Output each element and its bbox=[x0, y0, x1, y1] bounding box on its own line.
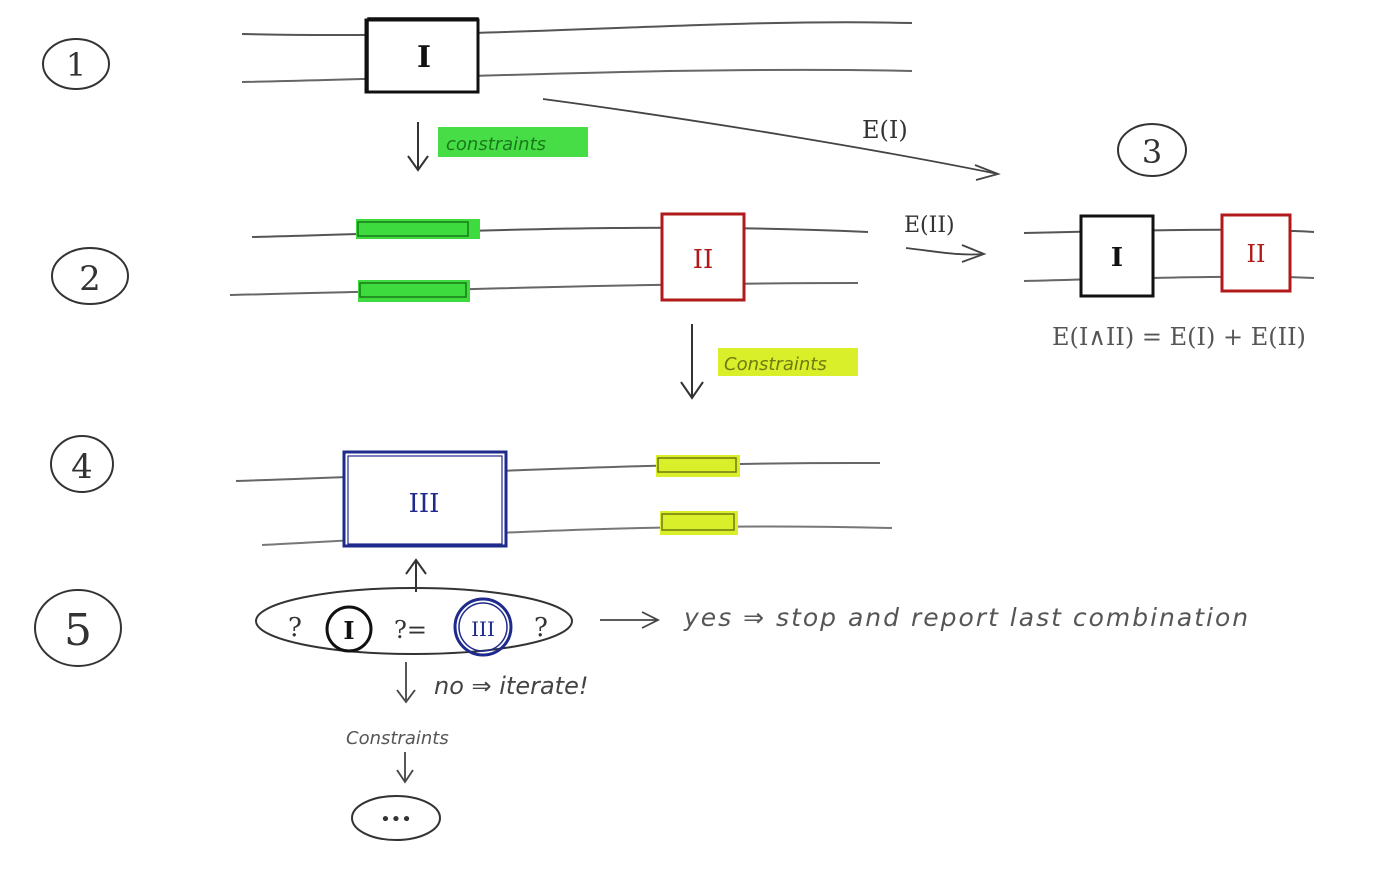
decision-q-left: ? bbox=[288, 613, 302, 643]
arrow-row2-to-step3 bbox=[905, 244, 987, 263]
step-5-marker: 5 bbox=[34, 589, 122, 667]
row4-strands bbox=[235, 461, 893, 546]
green-constraint-bottom bbox=[358, 280, 470, 302]
arrow-down-1 bbox=[407, 122, 429, 172]
svg-text:constraints: constraints bbox=[446, 134, 546, 155]
svg-text:Constraints: Constraints bbox=[724, 354, 827, 375]
no-branch-text: no ⇒ iterate! bbox=[434, 672, 588, 700]
arrow-down-3 bbox=[396, 752, 414, 784]
row1-strands bbox=[241, 21, 913, 83]
box-II-step3: II bbox=[1220, 213, 1292, 293]
svg-text:I: I bbox=[343, 616, 354, 645]
step-1-marker: 1 bbox=[42, 38, 110, 90]
box-III-row4: III bbox=[342, 450, 508, 548]
constraints-label-bottom: Constraints bbox=[346, 728, 449, 749]
svg-text:II: II bbox=[693, 245, 714, 275]
constraints-label-green: constraints bbox=[438, 127, 588, 157]
green-constraint-top bbox=[356, 219, 480, 239]
box-I-step3: I bbox=[1079, 214, 1155, 298]
energy-I-label: E(I) bbox=[862, 116, 908, 144]
energy-II-label: E(II) bbox=[904, 213, 955, 238]
decision-q-right: ? bbox=[534, 613, 548, 643]
arrow-yes bbox=[600, 611, 661, 629]
arrow-no bbox=[396, 662, 416, 704]
arrow-down-2 bbox=[680, 324, 704, 400]
svg-text:1: 1 bbox=[66, 46, 86, 84]
box-II-row2: II bbox=[660, 212, 746, 302]
svg-text:5: 5 bbox=[64, 605, 92, 656]
decision-I-circle: I bbox=[325, 605, 373, 653]
svg-text:•••: ••• bbox=[380, 809, 412, 830]
yellow-constraint-bottom bbox=[660, 511, 738, 535]
continuation-ellipse: ••• bbox=[351, 795, 441, 841]
sketch-canvas: 1 2 3 4 5 I constraints E(I) II Constrai… bbox=[34, 17, 1315, 841]
step-3-marker: 3 bbox=[1117, 123, 1187, 177]
yellow-constraint-top bbox=[656, 455, 740, 477]
decision-equals: ?= bbox=[394, 616, 427, 644]
svg-text:I: I bbox=[1111, 243, 1123, 273]
svg-text:2: 2 bbox=[79, 259, 101, 299]
decision-III-circle: III bbox=[453, 597, 513, 657]
svg-text:4: 4 bbox=[71, 447, 93, 487]
row2-strands bbox=[229, 226, 869, 296]
box-I-row1: I bbox=[364, 17, 480, 94]
constraints-label-yellow: Constraints bbox=[718, 348, 858, 376]
energy-sum-formula: E(I∧II) = E(I) + E(II) bbox=[1052, 323, 1306, 351]
svg-text:III: III bbox=[409, 489, 440, 519]
yes-branch-text: yes ⇒ stop and report last combination bbox=[683, 603, 1250, 632]
svg-text:III: III bbox=[471, 617, 495, 641]
svg-text:I: I bbox=[417, 40, 431, 75]
arrow-row1-to-step3 bbox=[542, 98, 1001, 181]
svg-text:3: 3 bbox=[1142, 133, 1162, 171]
step-4-marker: 4 bbox=[50, 435, 114, 493]
svg-text:II: II bbox=[1247, 240, 1266, 268]
step-2-marker: 2 bbox=[51, 247, 129, 305]
